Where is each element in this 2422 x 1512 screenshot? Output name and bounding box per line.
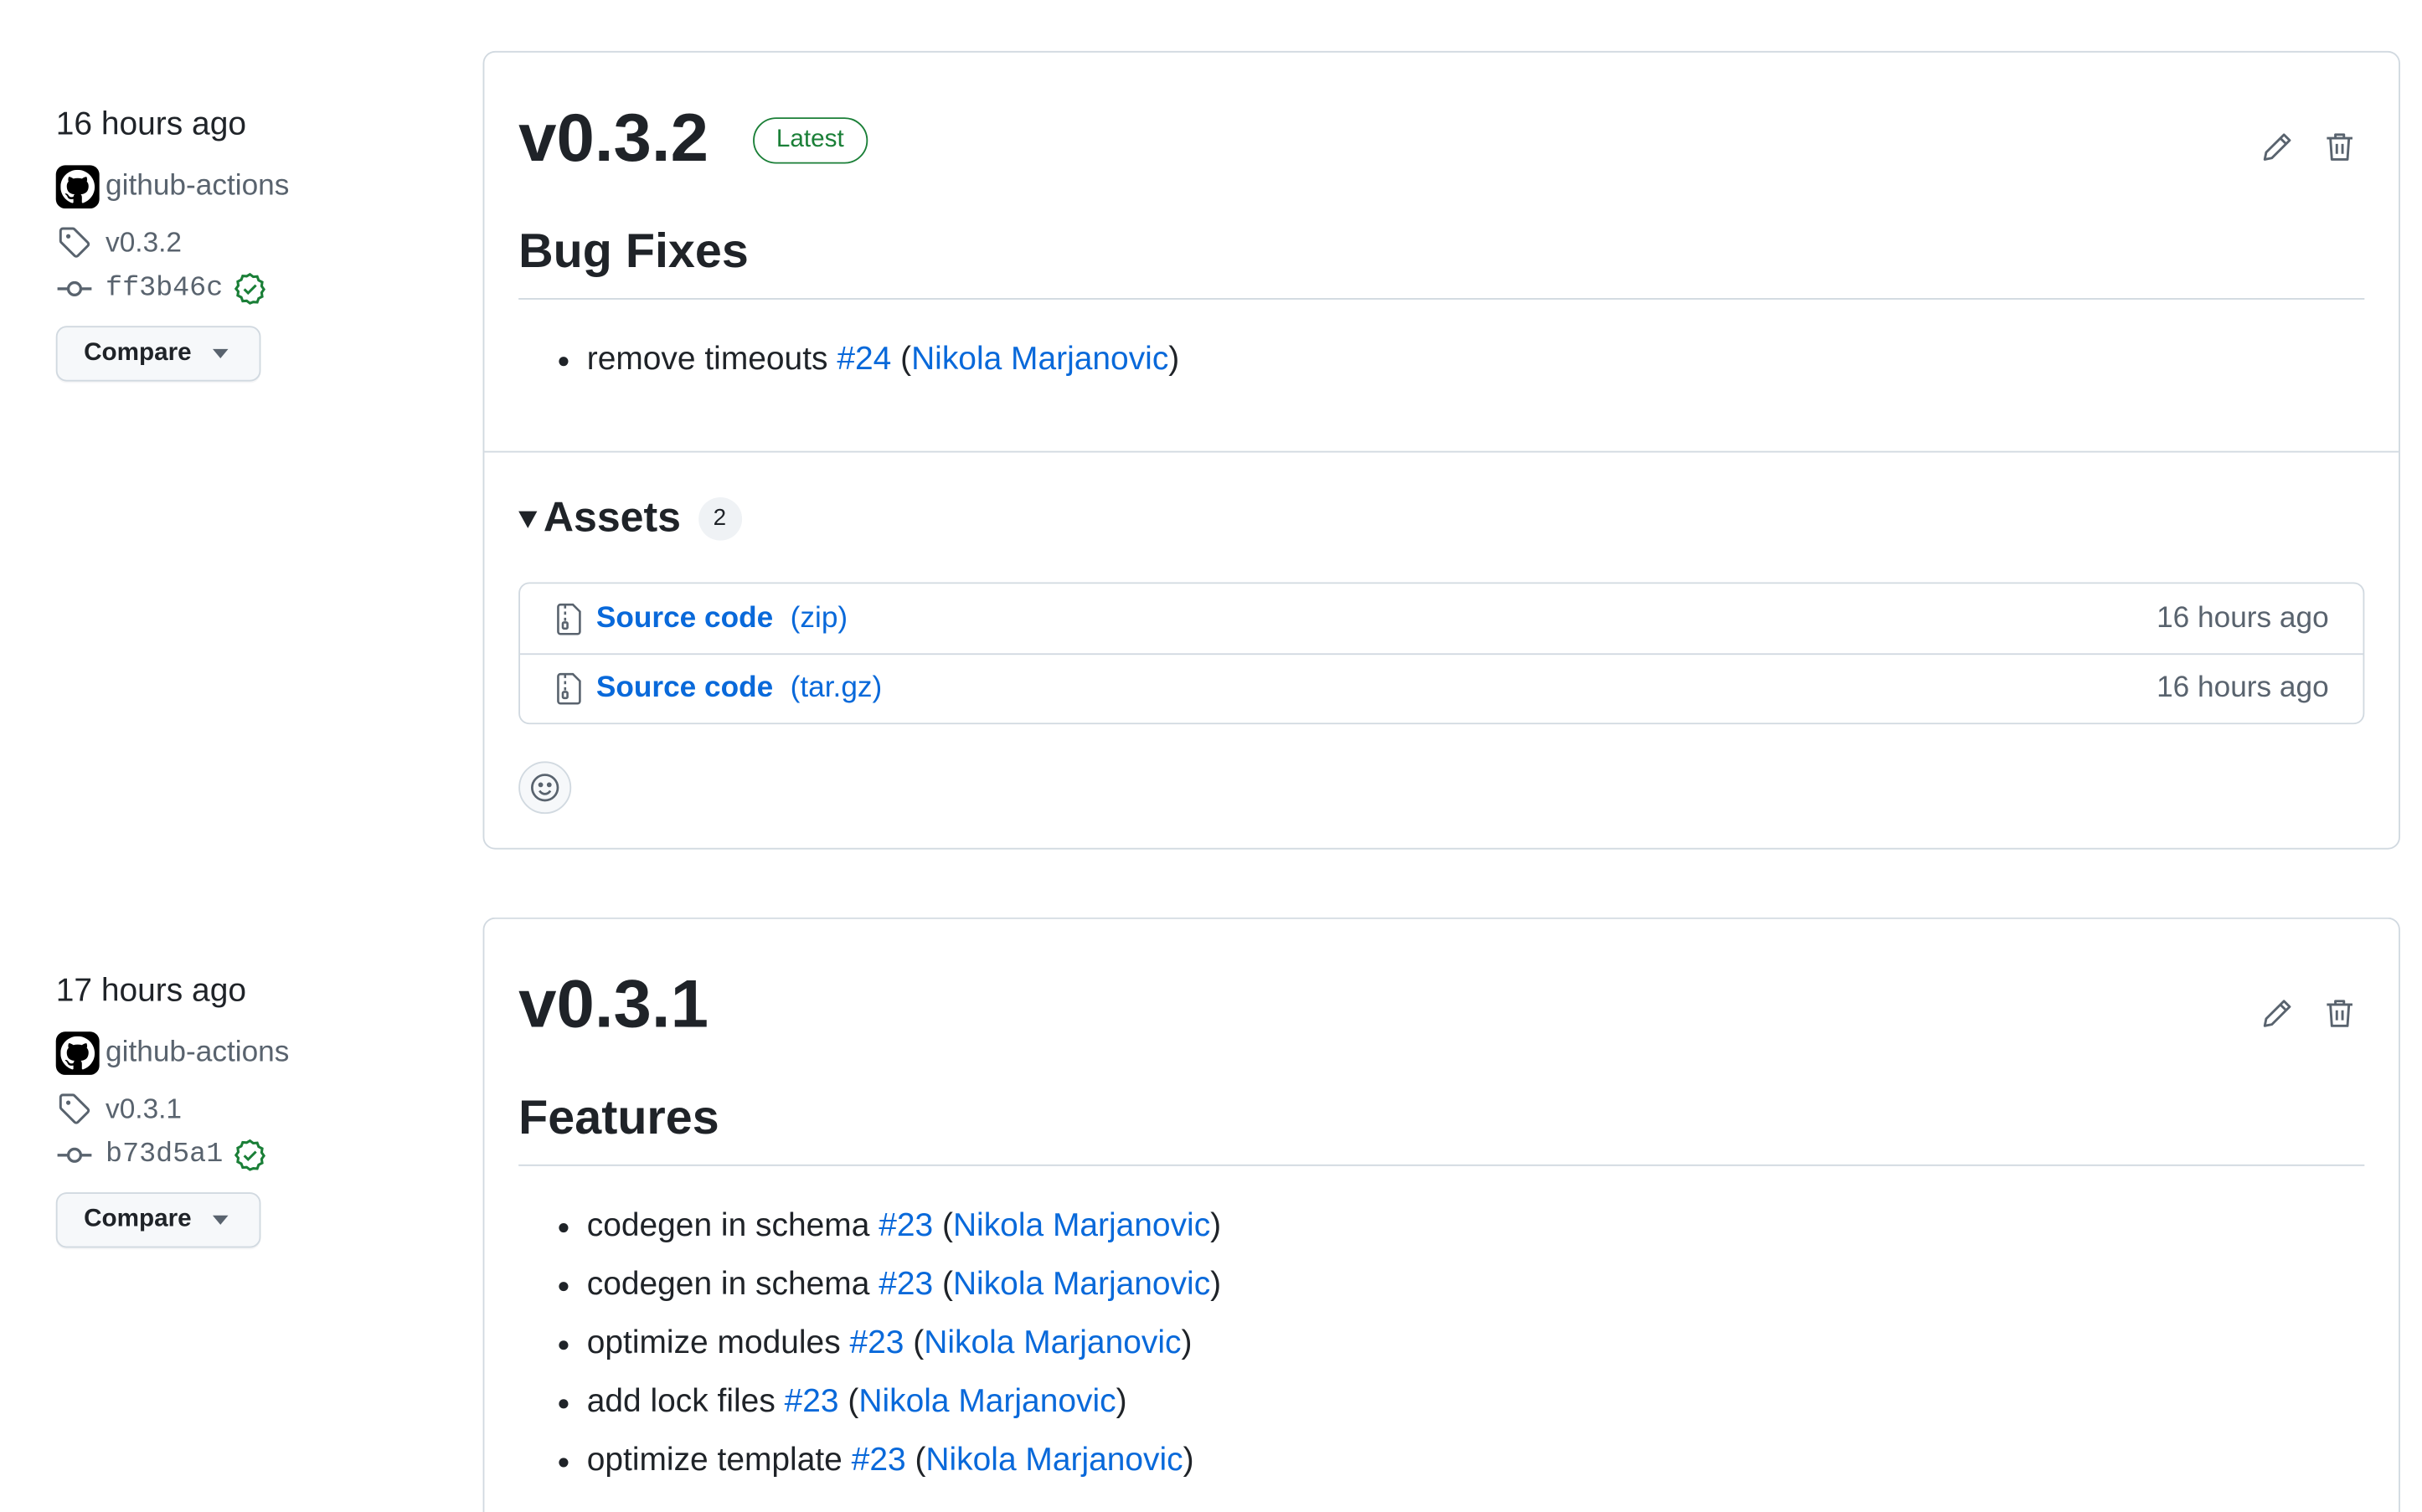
assets-count: 2 (698, 496, 742, 540)
release-meta-v031: 17 hours ago github-actions v0.3.1 b73d5… (55, 969, 429, 1248)
section-heading: Bug Fixes (518, 221, 2365, 300)
list-item: remove timeouts #24 (Nikola Marjanovic) (556, 331, 1179, 389)
latest-badge: Latest (753, 117, 868, 164)
list-item: codegen in schema #23 (Nikola Marjanovic… (556, 1256, 1221, 1314)
pr-link[interactable]: #23 (785, 1384, 839, 1419)
asset-time: 16 hours ago (2157, 671, 2329, 705)
file-zip-icon (557, 672, 581, 705)
author-name[interactable]: github-actions (106, 1036, 289, 1071)
author-name[interactable]: github-actions (106, 170, 289, 204)
edit-release-button[interactable] (2256, 125, 2300, 168)
pencil-icon (2263, 133, 2291, 161)
verified-check-icon[interactable] (232, 272, 266, 306)
release-notes: codegen in schema #23 (Nikola Marjanovic… (556, 1197, 1221, 1490)
github-avatar-icon (55, 1031, 100, 1075)
edit-release-button[interactable] (2256, 991, 2300, 1035)
release-time: 16 hours ago (55, 106, 247, 142)
list-item: optimize template #23 (Nikola Marjanovic… (556, 1432, 1221, 1490)
chevron-down-icon (213, 348, 229, 358)
pr-link[interactable]: #23 (879, 1267, 933, 1302)
release-tag[interactable]: v0.3.2 (56, 224, 429, 260)
author-link[interactable]: Nikola Marjanovic (925, 1443, 1183, 1478)
compare-button[interactable]: Compare (55, 326, 261, 382)
release-card-v031: v0.3.1 Features codegen in schema #23 (N… (482, 917, 2400, 1512)
trash-icon (2327, 1000, 2352, 1027)
asset-name[interactable]: Source code (596, 602, 773, 636)
pr-link[interactable]: #23 (879, 1208, 933, 1243)
tag-icon (59, 1093, 90, 1124)
release-tag[interactable]: v0.3.1 (56, 1090, 429, 1127)
commit-sha[interactable]: ff3b46c (106, 274, 223, 305)
assets-heading: Assets (543, 494, 682, 541)
author-link[interactable]: Nikola Marjanovic (924, 1325, 1181, 1360)
commit-sha[interactable]: b73d5a1 (106, 1139, 223, 1170)
chevron-down-icon (213, 1215, 229, 1225)
tag-icon (59, 227, 90, 258)
asset-format[interactable]: (tar.gz) (791, 671, 883, 706)
release-author[interactable]: github-actions (55, 1031, 429, 1075)
author-link[interactable]: Nikola Marjanovic (911, 342, 1168, 377)
author-link[interactable]: Nikola Marjanovic (953, 1208, 1210, 1243)
compare-button[interactable]: Compare (55, 1192, 261, 1248)
tag-name[interactable]: v0.3.2 (106, 226, 182, 259)
assets-list: Source code (zip) 16 hours ago Source co… (518, 582, 2365, 725)
file-zip-icon (557, 602, 581, 635)
smiley-icon (531, 774, 559, 802)
trash-icon (2327, 133, 2352, 161)
commit-icon (57, 1147, 92, 1163)
release-notes: remove timeouts #24 (Nikola Marjanovic) (556, 331, 1179, 389)
pencil-icon (2263, 1000, 2291, 1027)
release-card-v032: v0.3.2 Latest Bug Fixes remove timeouts … (482, 50, 2400, 850)
author-link[interactable]: Nikola Marjanovic (858, 1384, 1116, 1419)
release-time: 17 hours ago (55, 973, 247, 1009)
asset-row[interactable]: Source code (tar.gz) 16 hours ago (520, 653, 2363, 723)
assets-toggle[interactable]: Assets 2 (518, 494, 742, 542)
compare-label: Compare (84, 339, 192, 367)
divider (484, 450, 2399, 453)
list-item: optimize modules #23 (Nikola Marjanovic) (556, 1314, 1221, 1373)
tag-name[interactable]: v0.3.1 (106, 1093, 182, 1125)
author-link[interactable]: Nikola Marjanovic (953, 1267, 1210, 1302)
commit-icon (57, 280, 92, 296)
github-avatar-icon (55, 165, 100, 209)
list-item: add lock files #23 (Nikola Marjanovic) (556, 1373, 1221, 1432)
release-title[interactable]: v0.3.2 (518, 99, 709, 179)
delete-release-button[interactable] (2318, 125, 2362, 168)
delete-release-button[interactable] (2318, 991, 2362, 1035)
release-title[interactable]: v0.3.1 (518, 965, 709, 1046)
triangle-down-icon (518, 511, 538, 528)
asset-name[interactable]: Source code (596, 671, 773, 706)
pr-link[interactable]: #24 (837, 342, 891, 377)
list-item: codegen in schema #23 (Nikola Marjanovic… (556, 1197, 1221, 1256)
section-heading: Features (518, 1088, 2365, 1166)
asset-format[interactable]: (zip) (791, 602, 848, 636)
asset-row[interactable]: Source code (zip) 16 hours ago (520, 584, 2363, 653)
add-reaction-button[interactable] (518, 761, 572, 815)
release-author[interactable]: github-actions (55, 165, 429, 209)
release-commit[interactable]: b73d5a1 (56, 1137, 429, 1174)
compare-label: Compare (84, 1206, 192, 1233)
release-meta-v032: 16 hours ago github-actions v0.3.2 ff3b4… (55, 104, 429, 382)
asset-time: 16 hours ago (2157, 601, 2329, 635)
pr-link[interactable]: #23 (852, 1443, 906, 1478)
pr-link[interactable]: #23 (849, 1325, 904, 1360)
release-commit[interactable]: ff3b46c (56, 270, 429, 307)
verified-check-icon[interactable] (232, 1139, 266, 1173)
